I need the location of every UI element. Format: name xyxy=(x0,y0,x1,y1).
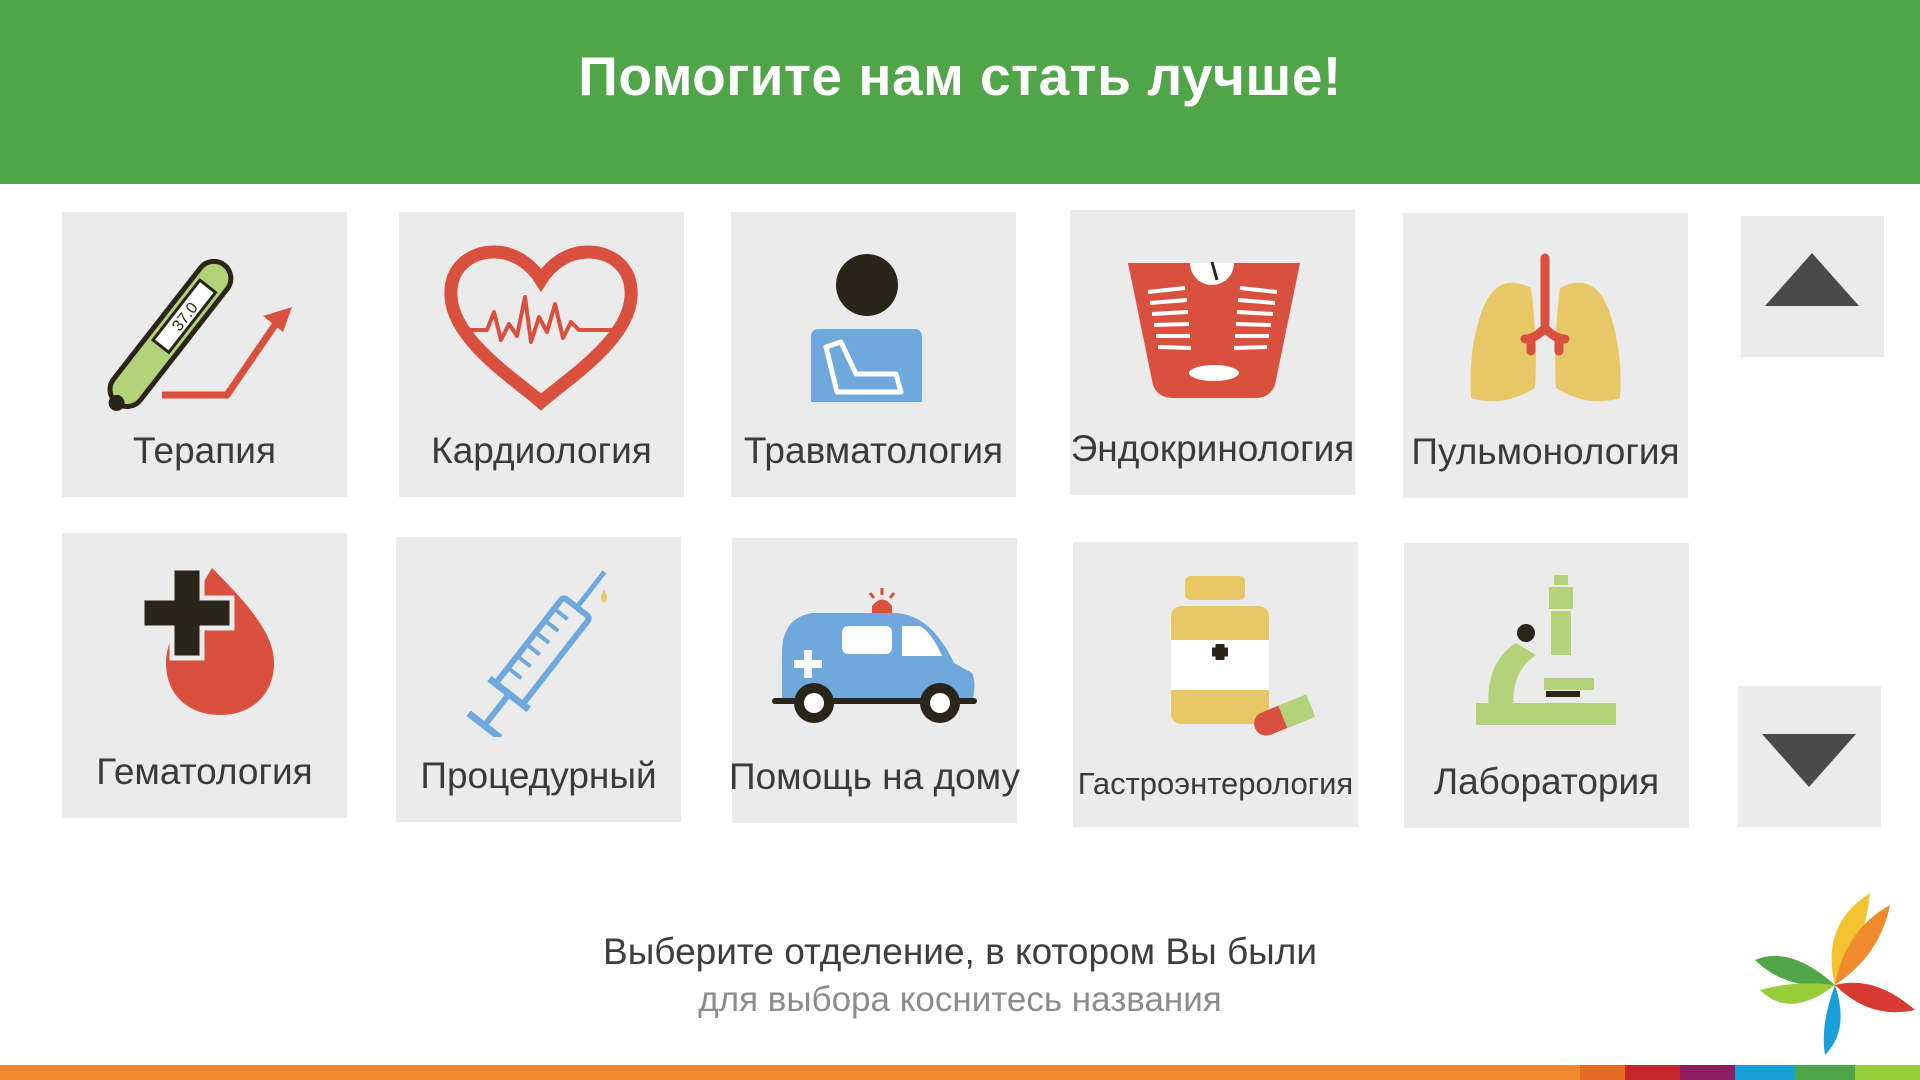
arrow-down-icon xyxy=(1762,734,1856,787)
syringe-icon xyxy=(396,537,681,737)
department-tile-gastroenterology[interactable]: Гастроэнтерология xyxy=(1073,542,1358,827)
department-label: Пульмонология xyxy=(1411,431,1680,472)
arm-sling-icon xyxy=(731,212,1016,412)
hint-text: для выбора коснитесь названия xyxy=(698,980,1222,1019)
department-tile-cardiology[interactable]: Кардиология xyxy=(399,212,684,497)
department-tile-traumatology[interactable]: Травматология xyxy=(731,212,1016,497)
department-tile-pulmonology[interactable]: Пульмонология xyxy=(1403,213,1688,498)
logo xyxy=(1750,885,1920,1055)
ambulance-icon xyxy=(732,538,1017,738)
department-tile-endocrinology[interactable]: Эндокринология xyxy=(1070,210,1355,495)
department-tile-hematology[interactable]: Гематология xyxy=(62,533,347,818)
medicine-bottle-icon xyxy=(1073,542,1358,742)
department-tile-home-care[interactable]: Помощь на дому xyxy=(729,538,1020,823)
page-title: Помогите нам стать лучше! xyxy=(578,45,1342,107)
department-label: Кардиология xyxy=(431,430,652,471)
scroll-up-button[interactable] xyxy=(1741,216,1884,357)
department-label: Травматология xyxy=(743,430,1004,471)
department-label: Гематология xyxy=(96,751,313,792)
heart-icon xyxy=(399,212,684,412)
instruction-text: Выберите отделение, в котором Вы были xyxy=(603,931,1317,972)
lungs-icon xyxy=(1403,213,1688,413)
department-label: Помощь на дому xyxy=(729,756,1020,797)
microscope-icon xyxy=(1404,543,1689,743)
blood-drop-icon xyxy=(62,533,347,733)
department-label: Лаборатория xyxy=(1433,761,1660,802)
thermometer-icon: 37.0 xyxy=(62,212,347,412)
department-label: Эндокринология xyxy=(1070,428,1355,469)
department-tile-therapy[interactable]: 37.0 Терапия xyxy=(62,212,347,497)
arrow-up-icon xyxy=(1765,253,1859,306)
bottom-color-stripe xyxy=(0,1065,1920,1080)
department-label: Процедурный xyxy=(420,755,657,796)
department-label: Терапия xyxy=(133,430,276,471)
department-tile-laboratory[interactable]: Лаборатория xyxy=(1404,543,1689,828)
header-bar: Помогите нам стать лучше! xyxy=(0,0,1920,184)
scale-icon xyxy=(1070,210,1355,410)
department-tile-procedural[interactable]: Процедурный xyxy=(396,537,681,822)
scroll-down-button[interactable] xyxy=(1738,686,1881,827)
department-label: Гастроэнтерология xyxy=(1077,766,1354,801)
